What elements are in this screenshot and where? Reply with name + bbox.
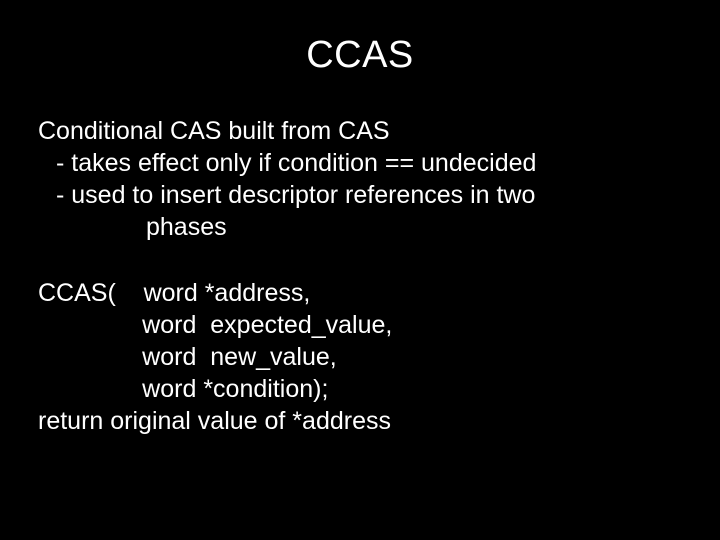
paragraph-description: Conditional CAS built from CAS - takes e… (38, 115, 682, 243)
desc-line-1: Conditional CAS built from CAS (38, 115, 682, 147)
sig-line-3: word new_value, (38, 341, 682, 373)
sig-return: return original value of *address (38, 405, 682, 437)
sig-line-4: word *condition); (38, 373, 682, 405)
desc-bullet-2a: - used to insert descriptor references i… (38, 179, 682, 211)
sig-line-1: CCAS( word *address, (38, 277, 682, 309)
desc-bullet-1: - takes effect only if condition == unde… (38, 147, 682, 179)
signature-block: CCAS( word *address, word expected_value… (38, 277, 682, 437)
sig-line-2: word expected_value, (38, 309, 682, 341)
desc-bullet-2b: phases (38, 211, 682, 243)
slide-body: Conditional CAS built from CAS - takes e… (38, 115, 682, 437)
slide-title: CCAS (38, 34, 682, 77)
slide: CCAS Conditional CAS built from CAS - ta… (0, 0, 720, 540)
